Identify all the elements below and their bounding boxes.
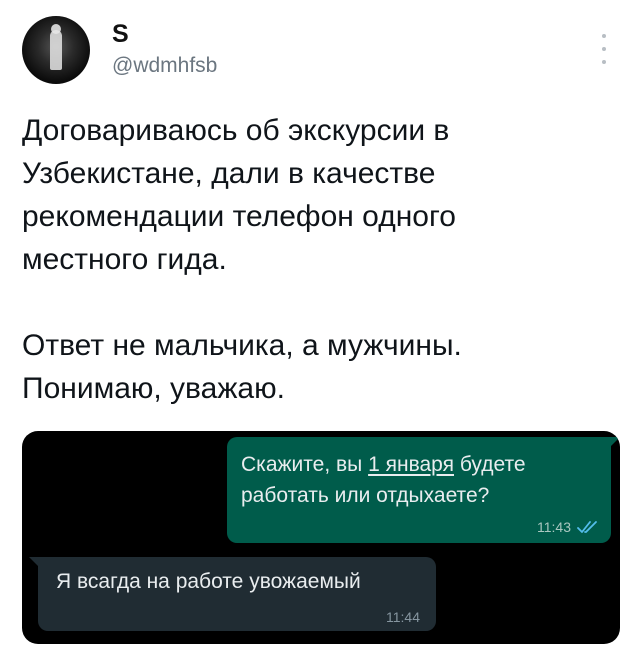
tweet-paragraph: Ответ не мальчика, а мужчины. Понимаю, у…: [22, 329, 462, 405]
incoming-message-time: 11:44: [386, 609, 420, 625]
author-avatar[interactable]: [22, 16, 90, 84]
tweet-paragraph: Договариваюсь об экскурсии в Узбекистане…: [22, 114, 456, 276]
more-dot: [602, 47, 606, 51]
avatar-figure: [50, 30, 62, 70]
outgoing-message-text: Скажите, вы 1 января будете работать или…: [241, 449, 597, 511]
more-dot: [602, 34, 606, 38]
outgoing-message-time: 11:43: [537, 519, 571, 535]
attached-chat-screenshot[interactable]: Скажите, вы 1 января будете работать или…: [22, 431, 620, 644]
date-link[interactable]: 1 января: [368, 453, 454, 476]
more-dot: [602, 60, 606, 64]
outgoing-message-bubble: Скажите, вы 1 января будете работать или…: [227, 437, 620, 543]
double-check-icon: [577, 521, 597, 533]
author-handle[interactable]: @wdmhfsb: [112, 54, 217, 78]
author-display-name[interactable]: S: [112, 20, 129, 49]
outgoing-text-before: Скажите, вы: [241, 453, 369, 476]
incoming-message-text: Я всагда на работе увожаемый: [56, 570, 361, 593]
outgoing-message-meta: 11:43: [537, 519, 599, 535]
more-options-icon[interactable]: [600, 34, 608, 64]
tweet-body: Договариваюсь об экскурсии в Узбекистане…: [22, 109, 612, 410]
incoming-message-bubble: Я всагда на работе увожаемый 11:44: [29, 557, 436, 631]
